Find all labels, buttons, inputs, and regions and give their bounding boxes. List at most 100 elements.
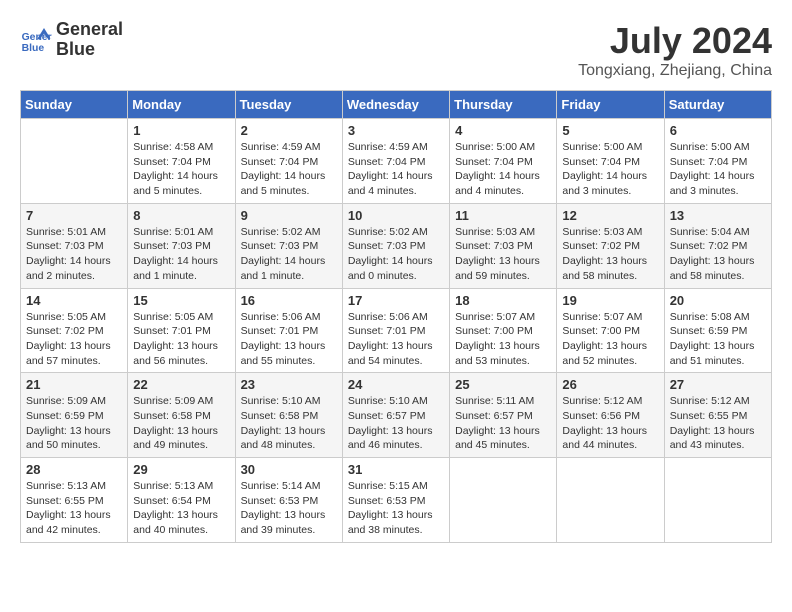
day-info: Sunrise: 5:02 AM Sunset: 7:03 PM Dayligh… — [241, 225, 337, 284]
day-number: 23 — [241, 377, 337, 392]
day-cell: 12 Sunrise: 5:03 AM Sunset: 7:02 PM Dayli… — [557, 203, 664, 288]
day-number: 1 — [133, 123, 229, 138]
day-number: 8 — [133, 208, 229, 223]
day-cell: 9 Sunrise: 5:02 AM Sunset: 7:03 PM Daylig… — [235, 203, 342, 288]
day-info: Sunrise: 5:08 AM Sunset: 6:59 PM Dayligh… — [670, 310, 766, 369]
day-number: 4 — [455, 123, 551, 138]
day-info: Sunrise: 5:06 AM Sunset: 7:01 PM Dayligh… — [348, 310, 444, 369]
day-cell: 25 Sunrise: 5:11 AM Sunset: 6:57 PM Dayli… — [450, 373, 557, 458]
day-info: Sunrise: 5:15 AM Sunset: 6:53 PM Dayligh… — [348, 479, 444, 538]
day-info: Sunrise: 5:12 AM Sunset: 6:56 PM Dayligh… — [562, 394, 658, 453]
day-number: 17 — [348, 293, 444, 308]
day-cell: 26 Sunrise: 5:12 AM Sunset: 6:56 PM Dayli… — [557, 373, 664, 458]
day-cell: 19 Sunrise: 5:07 AM Sunset: 7:00 PM Dayli… — [557, 288, 664, 373]
day-info: Sunrise: 5:05 AM Sunset: 7:02 PM Dayligh… — [26, 310, 122, 369]
day-number: 6 — [670, 123, 766, 138]
day-number: 7 — [26, 208, 122, 223]
day-number: 12 — [562, 208, 658, 223]
day-info: Sunrise: 5:12 AM Sunset: 6:55 PM Dayligh… — [670, 394, 766, 453]
day-number: 28 — [26, 462, 122, 477]
week-row-3: 14 Sunrise: 5:05 AM Sunset: 7:02 PM Dayli… — [21, 288, 772, 373]
day-number: 5 — [562, 123, 658, 138]
calendar-table: SundayMondayTuesdayWednesdayThursdayFrid… — [20, 90, 772, 543]
day-number: 16 — [241, 293, 337, 308]
day-info: Sunrise: 4:58 AM Sunset: 7:04 PM Dayligh… — [133, 140, 229, 199]
day-number: 22 — [133, 377, 229, 392]
day-cell: 11 Sunrise: 5:03 AM Sunset: 7:03 PM Dayli… — [450, 203, 557, 288]
day-cell: 2Sunrise: 4:59 AM Sunset: 7:04 PM Daylig… — [235, 119, 342, 204]
day-info: Sunrise: 5:03 AM Sunset: 7:02 PM Dayligh… — [562, 225, 658, 284]
day-number: 31 — [348, 462, 444, 477]
page-header: General Blue General Blue July 2024 Tong… — [20, 20, 772, 80]
day-number: 29 — [133, 462, 229, 477]
day-info: Sunrise: 5:10 AM Sunset: 6:57 PM Dayligh… — [348, 394, 444, 453]
day-header-saturday: Saturday — [664, 91, 771, 119]
day-number: 25 — [455, 377, 551, 392]
days-header-row: SundayMondayTuesdayWednesdayThursdayFrid… — [21, 91, 772, 119]
day-info: Sunrise: 5:01 AM Sunset: 7:03 PM Dayligh… — [26, 225, 122, 284]
day-info: Sunrise: 5:01 AM Sunset: 7:03 PM Dayligh… — [133, 225, 229, 284]
day-header-tuesday: Tuesday — [235, 91, 342, 119]
day-cell: 8 Sunrise: 5:01 AM Sunset: 7:03 PM Daylig… — [128, 203, 235, 288]
day-cell: 15Sunrise: 5:05 AM Sunset: 7:01 PM Dayli… — [128, 288, 235, 373]
day-header-sunday: Sunday — [21, 91, 128, 119]
day-cell: 7 Sunrise: 5:01 AM Sunset: 7:03 PM Daylig… — [21, 203, 128, 288]
day-header-friday: Friday — [557, 91, 664, 119]
week-row-2: 7 Sunrise: 5:01 AM Sunset: 7:03 PM Daylig… — [21, 203, 772, 288]
day-cell: 13 Sunrise: 5:04 AM Sunset: 7:02 PM Dayli… — [664, 203, 771, 288]
week-row-1: 1 Sunrise: 4:58 AM Sunset: 7:04 PM Daylig… — [21, 119, 772, 204]
day-header-wednesday: Wednesday — [342, 91, 449, 119]
week-row-4: 21 Sunrise: 5:09 AM Sunset: 6:59 PM Dayli… — [21, 373, 772, 458]
day-cell: 10Sunrise: 5:02 AM Sunset: 7:03 PM Dayli… — [342, 203, 449, 288]
day-number: 20 — [670, 293, 766, 308]
day-cell: 30 Sunrise: 5:14 AM Sunset: 6:53 PM Dayli… — [235, 458, 342, 543]
day-cell: 31 Sunrise: 5:15 AM Sunset: 6:53 PM Dayli… — [342, 458, 449, 543]
day-number: 30 — [241, 462, 337, 477]
day-cell: 4 Sunrise: 5:00 AM Sunset: 7:04 PM Daylig… — [450, 119, 557, 204]
location-subtitle: Tongxiang, Zhejiang, China — [578, 62, 772, 80]
day-number: 27 — [670, 377, 766, 392]
day-info: Sunrise: 5:03 AM Sunset: 7:03 PM Dayligh… — [455, 225, 551, 284]
day-info: Sunrise: 5:00 AM Sunset: 7:04 PM Dayligh… — [670, 140, 766, 199]
day-info: Sunrise: 5:04 AM Sunset: 7:02 PM Dayligh… — [670, 225, 766, 284]
day-cell: 20 Sunrise: 5:08 AM Sunset: 6:59 PM Dayli… — [664, 288, 771, 373]
day-info: Sunrise: 5:00 AM Sunset: 7:04 PM Dayligh… — [562, 140, 658, 199]
day-number: 13 — [670, 208, 766, 223]
day-cell: 22Sunrise: 5:09 AM Sunset: 6:58 PM Dayli… — [128, 373, 235, 458]
day-info: Sunrise: 4:59 AM Sunset: 7:04 PM Dayligh… — [348, 140, 444, 199]
day-info: Sunrise: 5:13 AM Sunset: 6:55 PM Dayligh… — [26, 479, 122, 538]
day-number: 24 — [348, 377, 444, 392]
day-cell: 18Sunrise: 5:07 AM Sunset: 7:00 PM Dayli… — [450, 288, 557, 373]
day-cell — [21, 119, 128, 204]
day-number: 10 — [348, 208, 444, 223]
day-info: Sunrise: 5:07 AM Sunset: 7:00 PM Dayligh… — [562, 310, 658, 369]
day-info: Sunrise: 5:09 AM Sunset: 6:59 PM Dayligh… — [26, 394, 122, 453]
day-info: Sunrise: 5:10 AM Sunset: 6:58 PM Dayligh… — [241, 394, 337, 453]
day-number: 26 — [562, 377, 658, 392]
day-info: Sunrise: 5:00 AM Sunset: 7:04 PM Dayligh… — [455, 140, 551, 199]
day-cell: 17 Sunrise: 5:06 AM Sunset: 7:01 PM Dayli… — [342, 288, 449, 373]
day-header-thursday: Thursday — [450, 91, 557, 119]
day-header-monday: Monday — [128, 91, 235, 119]
day-info: Sunrise: 5:14 AM Sunset: 6:53 PM Dayligh… — [241, 479, 337, 538]
day-cell — [557, 458, 664, 543]
day-info: Sunrise: 5:07 AM Sunset: 7:00 PM Dayligh… — [455, 310, 551, 369]
title-block: July 2024 Tongxiang, Zhejiang, China — [578, 20, 772, 80]
day-number: 21 — [26, 377, 122, 392]
day-cell — [664, 458, 771, 543]
day-number: 9 — [241, 208, 337, 223]
day-number: 15 — [133, 293, 229, 308]
day-cell: 6 Sunrise: 5:00 AM Sunset: 7:04 PM Daylig… — [664, 119, 771, 204]
day-info: Sunrise: 5:11 AM Sunset: 6:57 PM Dayligh… — [455, 394, 551, 453]
logo-icon: General Blue — [20, 24, 52, 56]
month-year-title: July 2024 — [578, 20, 772, 62]
day-cell: 3Sunrise: 4:59 AM Sunset: 7:04 PM Daylig… — [342, 119, 449, 204]
day-cell: 24 Sunrise: 5:10 AM Sunset: 6:57 PM Dayli… — [342, 373, 449, 458]
day-cell — [450, 458, 557, 543]
day-number: 19 — [562, 293, 658, 308]
day-number: 11 — [455, 208, 551, 223]
week-row-5: 28 Sunrise: 5:13 AM Sunset: 6:55 PM Dayli… — [21, 458, 772, 543]
svg-text:Blue: Blue — [22, 43, 45, 54]
day-cell: 1 Sunrise: 4:58 AM Sunset: 7:04 PM Daylig… — [128, 119, 235, 204]
day-number: 14 — [26, 293, 122, 308]
